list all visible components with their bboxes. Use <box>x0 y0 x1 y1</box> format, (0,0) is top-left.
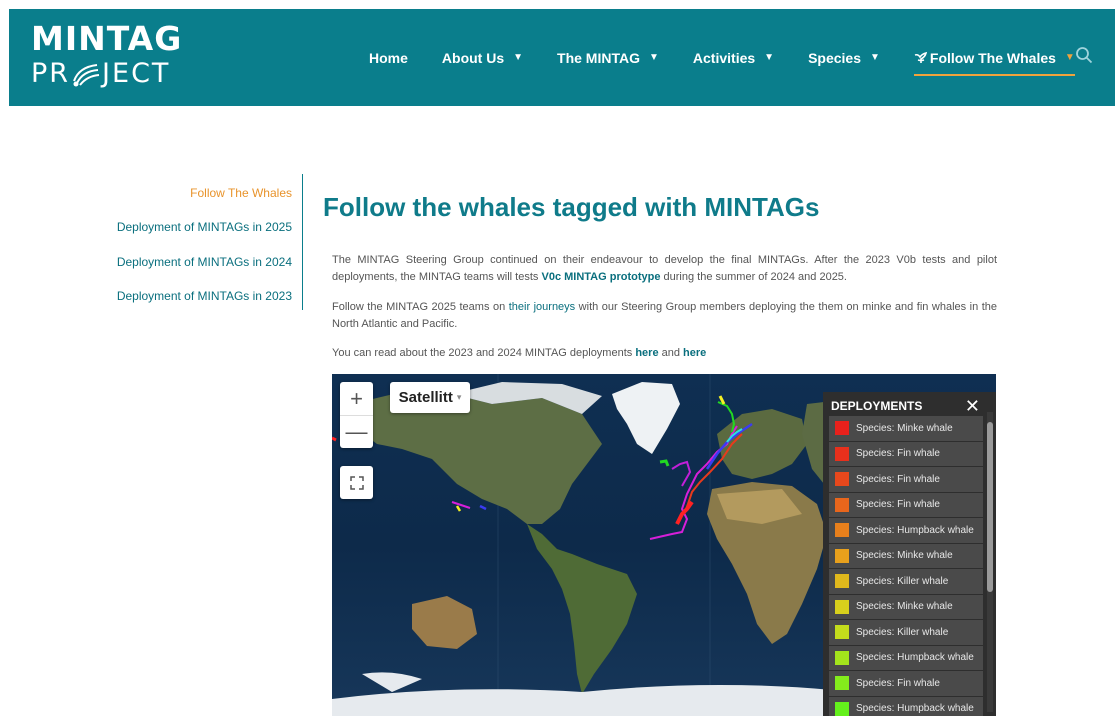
site-header: MINTAG PR JECT Home About Us ▼ The MINTA… <box>9 9 1115 106</box>
nav-follow-the-whales[interactable]: Follow The Whales ▼ <box>913 9 1075 106</box>
nav-home[interactable]: Home <box>369 9 408 106</box>
deployment-label: Species: Minke whale <box>856 601 953 613</box>
zoom-out-button[interactable]: — <box>340 415 373 448</box>
deployment-label: Species: Fin whale <box>856 677 940 689</box>
deployment-label: Species: Minke whale <box>856 550 953 562</box>
journeys-paragraph: Follow the MINTAG 2025 teams on their jo… <box>332 299 997 333</box>
deployment-item[interactable]: Species: Fin whale <box>829 441 983 467</box>
deployment-color-swatch <box>835 625 849 640</box>
deployment-label: Species: Killer whale <box>856 575 949 587</box>
deployment-label: Species: Fin whale <box>856 499 940 511</box>
deployment-label: Species: Fin whale <box>856 473 940 485</box>
deployment-color-swatch <box>835 676 849 691</box>
tag-logo-icon <box>73 64 100 87</box>
search-icon[interactable] <box>1075 46 1093 64</box>
deployment-color-swatch <box>835 701 849 716</box>
zoom-controls: + — <box>340 382 373 448</box>
logo-text-left: PR <box>31 58 71 89</box>
deployment-label: Species: Humpback whale <box>856 703 974 715</box>
deployment-label: Species: Minke whale <box>856 422 953 434</box>
page-title: Follow the whales tagged with MINTAGs <box>323 192 820 222</box>
caret-down-icon: ▼ <box>513 52 524 63</box>
paragraph-text: You can read about the 2023 and 2024 MIN… <box>332 347 636 359</box>
deployments-title: DEPLOYMENTS <box>831 399 923 413</box>
sidebar-item-2023[interactable]: Deployment of MINTAGs in 2023 <box>117 289 292 303</box>
deployment-item[interactable]: Species: Killer whale <box>829 620 983 646</box>
layer-label: Satellitt <box>398 389 453 406</box>
nav-label: Home <box>369 49 408 66</box>
deployment-label: Species: Killer whale <box>856 626 949 638</box>
deployment-color-swatch <box>835 574 849 589</box>
nav-label: Follow The Whales <box>929 49 1056 66</box>
deployment-label: Species: Humpback whale <box>856 652 974 664</box>
nav-label: The MINTAG <box>557 49 640 66</box>
deployment-color-swatch <box>835 472 849 487</box>
deployment-item[interactable]: Species: Fin whale <box>829 671 983 697</box>
logo-wordmark-top: MINTAG <box>31 19 183 58</box>
deployments-panel: DEPLOYMENTS ✕ Species: Minke whale Specie… <box>823 392 996 716</box>
deployment-color-swatch <box>835 599 849 614</box>
logo-wordmark-bottom: PR JECT <box>31 59 182 89</box>
paragraph-text: Follow the MINTAG 2025 teams on <box>332 301 509 313</box>
here-link-2024[interactable]: here <box>683 347 706 359</box>
deployment-item[interactable]: Species: Minke whale <box>829 416 983 442</box>
sidebar-item-follow-the-whales[interactable]: Follow The Whales <box>190 186 292 200</box>
here-link-2023[interactable]: here <box>635 347 658 359</box>
caret-down-icon: ▾ <box>456 392 462 402</box>
nav-activities[interactable]: Activities ▼ <box>693 9 774 106</box>
deployment-item[interactable]: Species: Minke whale <box>829 543 983 569</box>
deployments-list: Species: Minke whale Species: Fin whale Sp… <box>829 416 983 716</box>
paragraph-text: and <box>658 347 684 359</box>
deployment-color-swatch <box>835 548 849 563</box>
caret-down-icon: ▼ <box>764 52 775 63</box>
deployment-item[interactable]: Species: Fin whale <box>829 467 983 493</box>
intro-paragraph: The MINTAG Steering Group continued on t… <box>332 252 997 286</box>
site-logo[interactable]: MINTAG PR JECT <box>31 21 182 89</box>
whale-tail-icon <box>914 51 928 63</box>
caret-down-icon: ▼ <box>1064 52 1075 63</box>
caret-down-icon: ▼ <box>870 52 880 63</box>
sidebar-nav: Follow The Whales Deployment of MINTAGs … <box>100 174 303 310</box>
main-nav: Home About Us ▼ The MINTAG ▼ Activities … <box>369 9 1109 106</box>
whale-tracking-map[interactable]: + — Satellitt ▾ DEPLOYMENTS ✕ Species: M… <box>332 374 996 716</box>
caret-down-icon: ▼ <box>649 52 659 63</box>
nav-about-us[interactable]: About Us ▼ <box>442 9 523 106</box>
paragraph-text: during the summer of 2024 and 2025. <box>660 271 847 283</box>
nav-the-mintag[interactable]: The MINTAG ▼ <box>557 9 659 106</box>
nav-label: Species <box>808 49 861 66</box>
deployments-scrollbar[interactable] <box>987 412 993 712</box>
v0c-prototype-link[interactable]: V0c MINTAG prototype <box>541 271 660 283</box>
zoom-in-button[interactable]: + <box>340 382 373 415</box>
fullscreen-button[interactable] <box>340 466 373 499</box>
deployment-item[interactable]: Species: Humpback whale <box>829 645 983 671</box>
deployment-item[interactable]: Species: Minke whale <box>829 594 983 620</box>
nav-label: About Us <box>441 49 505 66</box>
sidebar-item-2024[interactable]: Deployment of MINTAGs in 2024 <box>117 255 292 269</box>
deployment-item[interactable]: Species: Fin whale <box>829 492 983 518</box>
deployment-label: Species: Fin whale <box>856 448 940 460</box>
deployment-item[interactable]: Species: Killer whale <box>829 569 983 595</box>
nav-species[interactable]: Species ▼ <box>808 9 880 106</box>
nav-label: Activities <box>692 49 756 66</box>
fullscreen-icon <box>349 475 364 490</box>
deployment-item[interactable]: Species: Humpback whale <box>829 696 983 716</box>
close-icon[interactable]: ✕ <box>965 396 980 417</box>
deployment-color-swatch <box>835 446 849 461</box>
map-layer-select[interactable]: Satellitt ▾ <box>390 382 470 413</box>
deployment-label: Species: Humpback whale <box>856 524 974 536</box>
their-journeys-link[interactable]: their journeys <box>509 301 575 313</box>
deployment-color-swatch <box>835 650 849 665</box>
deployment-color-swatch <box>835 523 849 538</box>
sidebar-item-2025[interactable]: Deployment of MINTAGs in 2025 <box>117 220 292 234</box>
deployment-color-swatch <box>835 421 849 436</box>
read-more-paragraph: You can read about the 2023 and 2024 MIN… <box>332 345 997 362</box>
deployment-item[interactable]: Species: Humpback whale <box>829 518 983 544</box>
scrollbar-thumb[interactable] <box>987 422 993 592</box>
logo-text-right: JECT <box>102 58 171 89</box>
deployment-color-swatch <box>835 497 849 512</box>
